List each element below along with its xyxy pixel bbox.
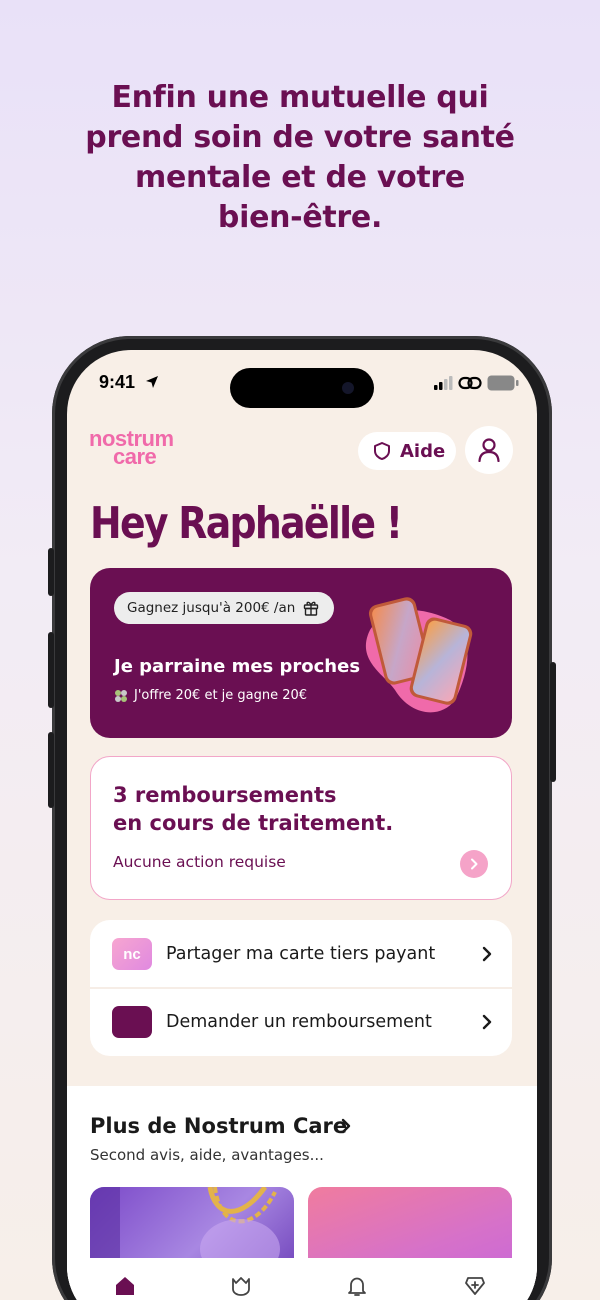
gift-icon [304, 601, 319, 616]
more-title[interactable]: Plus de Nostrum Care [90, 1114, 347, 1138]
signal-icon [434, 376, 453, 390]
perks-icon [465, 1277, 485, 1295]
chevron-right-icon [482, 1014, 492, 1030]
reimbursements-title: 3 remboursements en cours de traitement. [113, 783, 394, 835]
referral-subtitle: J'offre 20€ et je gagne 20€ [134, 688, 308, 703]
referral-pill-text: Gagnez jusqu'à 200€ /an [127, 600, 296, 616]
volume-down-button [48, 732, 54, 808]
profile-button[interactable] [465, 426, 513, 474]
quick-actions-card: nc Partager ma carte tiers payant Demand… [90, 920, 512, 1056]
tab-home[interactable] [111, 1272, 139, 1300]
tab-wellbeing[interactable] [227, 1272, 255, 1300]
dynamic-island [230, 368, 374, 408]
help-label: Aide [400, 440, 446, 462]
more-subtitle: Second avis, aide, avantages... [90, 1146, 324, 1164]
chevron-right-icon [471, 858, 478, 870]
headline-line-4: bien-être. [217, 200, 383, 235]
reimbursements-card[interactable]: 3 remboursements en cours de traitement.… [90, 756, 512, 900]
referral-card[interactable]: Gagnez jusqu'à 200€ /an Je parraine mes … [90, 568, 512, 738]
headline-line-1: Enfin une mutuelle qui [111, 80, 489, 115]
link-icon [458, 376, 482, 390]
marketing-headline: Enfin une mutuelle qui prend soin de vot… [0, 78, 600, 238]
battery-icon [487, 375, 519, 391]
share-card-label: Partager ma carte tiers payant [166, 944, 436, 964]
wellbeing-icon [232, 1277, 250, 1296]
tab-bar [67, 1258, 537, 1300]
chevron-right-icon[interactable] [340, 1118, 352, 1134]
clover-icon [115, 689, 127, 702]
power-button [550, 662, 556, 782]
bell-icon [348, 1277, 366, 1296]
help-button[interactable]: Aide [358, 432, 456, 470]
referral-title: Je parraine mes proches [114, 656, 361, 677]
tab-perks[interactable] [461, 1272, 489, 1300]
reimbursement-request-icon [112, 1006, 152, 1038]
share-card-row[interactable]: nc Partager ma carte tiers payant [90, 920, 512, 988]
tiers-payant-card-icon: nc [112, 938, 152, 970]
tab-notifications[interactable] [343, 1272, 371, 1300]
referral-subtitle-row: J'offre 20€ et je gagne 20€ [114, 688, 307, 703]
status-time: 9:41 [99, 372, 136, 392]
request-reimbursement-label: Demander un remboursement [166, 1012, 432, 1032]
reimbursements-arrow-button[interactable] [460, 850, 488, 878]
shield-icon [374, 442, 390, 460]
volume-up-button [48, 632, 54, 708]
user-icon [478, 438, 500, 462]
nostrum-care-logo[interactable]: nostrum care [89, 428, 174, 468]
referral-reward-pill: Gagnez jusqu'à 200€ /an [114, 592, 334, 624]
home-icon [116, 1277, 134, 1295]
chevron-right-icon [482, 946, 492, 962]
phones-illustration [365, 597, 473, 713]
location-arrow-icon [146, 376, 158, 388]
headline-line-3: mentale et de votre [135, 160, 465, 195]
request-reimbursement-row[interactable]: Demander un remboursement [90, 988, 512, 1056]
greeting-title: Hey Raphaëlle ! [90, 498, 403, 549]
mute-switch [48, 548, 54, 596]
phone-frame: 9:41 nostrum care Aide Hey Raphaëlle ! G… [48, 336, 556, 1300]
reimbursements-status: Aucune action requise [113, 853, 286, 871]
app-screen: 9:41 nostrum care Aide Hey Raphaëlle ! G… [67, 350, 537, 1300]
headline-line-2: prend soin de votre santé [85, 120, 515, 155]
